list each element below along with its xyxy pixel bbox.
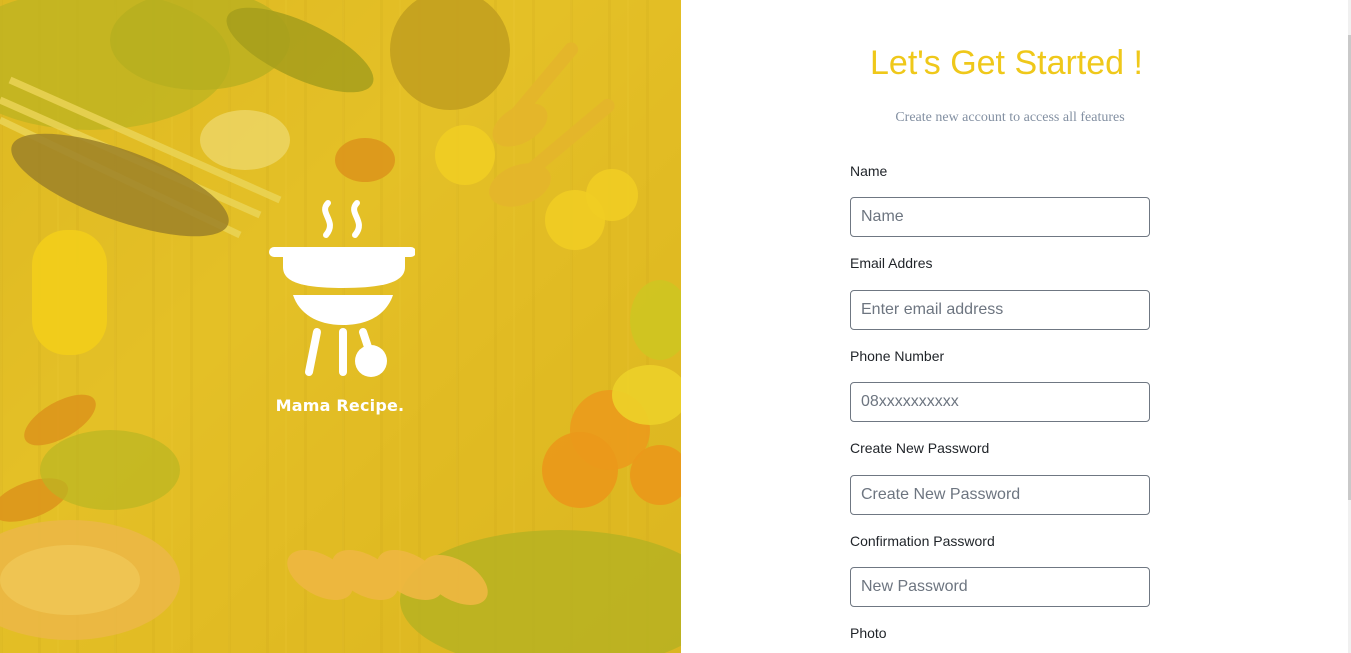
create-password-label: Create New Password xyxy=(850,440,990,456)
hero-image-panel: Mama Recipe. xyxy=(0,0,681,653)
name-label: Name xyxy=(850,163,888,179)
photo-label: Photo xyxy=(850,625,887,641)
brand-name: Mama Recipe. xyxy=(275,396,405,415)
name-input[interactable] xyxy=(850,197,1150,237)
page-subtitle: Create new account to access all feature… xyxy=(895,110,1125,125)
create-password-input[interactable] xyxy=(850,475,1150,515)
brand-logo: Mama Recipe. xyxy=(262,195,418,415)
signup-panel: Let's Get Started ! Create new account t… xyxy=(681,0,1351,653)
email-label: Email Addres xyxy=(850,255,933,271)
page-title: Let's Get Started ! xyxy=(870,44,1143,82)
email-input[interactable] xyxy=(850,290,1150,330)
phone-input[interactable] xyxy=(850,382,1150,422)
confirm-password-label: Confirmation Password xyxy=(850,533,995,549)
confirm-password-input[interactable] xyxy=(850,567,1150,607)
phone-label: Phone Number xyxy=(850,348,945,364)
grill-icon xyxy=(269,200,415,377)
